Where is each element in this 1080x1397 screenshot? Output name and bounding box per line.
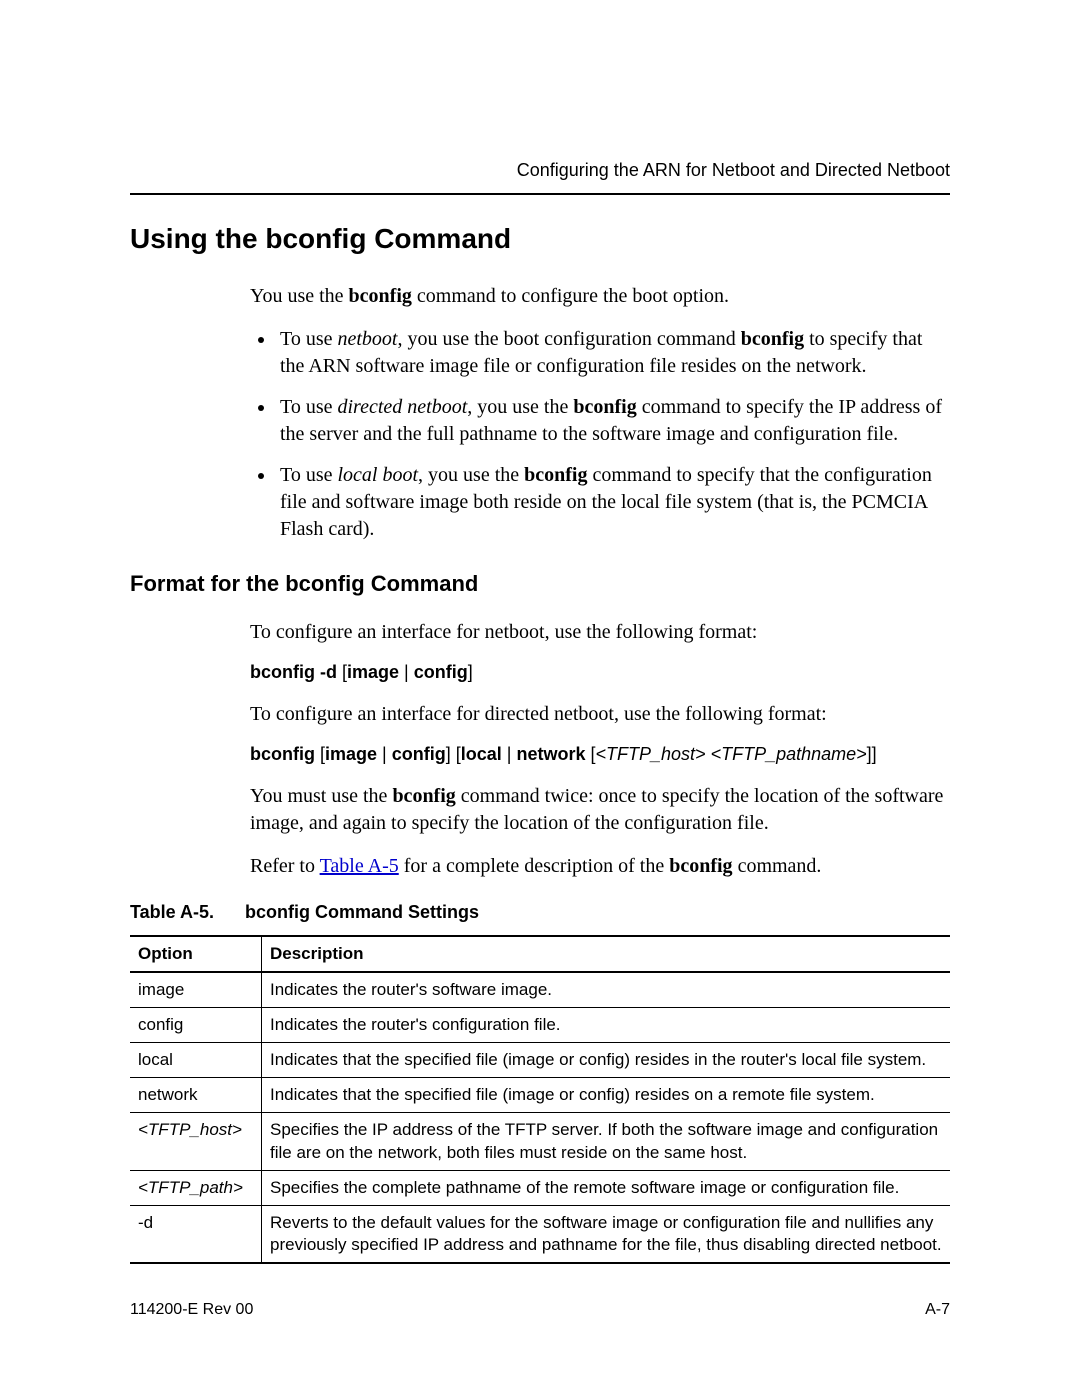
table-row: configIndicates the router's configurati… — [130, 1008, 950, 1043]
format-intro-1: To configure an interface for netboot, u… — [250, 619, 950, 646]
col-option: Option — [130, 936, 262, 972]
text: You use the — [250, 285, 349, 307]
description-cell: Specifies the complete pathname of the r… — [262, 1170, 951, 1205]
cmd-token: local — [461, 744, 502, 764]
format-note: You must use the bconfig command twice: … — [250, 783, 950, 837]
option-cell: local — [130, 1043, 262, 1078]
option-cell: <TFTP_path> — [130, 1170, 262, 1205]
list-item: To use local boot, you use the bconfig c… — [276, 462, 950, 543]
text: ]] — [867, 744, 877, 764]
text: To use — [280, 464, 337, 486]
cmd-name: bconfig — [349, 285, 412, 307]
text: | — [502, 744, 517, 764]
subsection-title: Format for the bconfig Command — [130, 571, 950, 597]
command-syntax-2: bconfig [image | config] [local | networ… — [250, 744, 950, 765]
text: [ — [337, 662, 347, 682]
footer-left: 114200-E Rev 00 — [130, 1301, 253, 1319]
text: [ — [585, 744, 595, 764]
term: netboot — [337, 328, 397, 350]
table-head-row: Option Description — [130, 936, 950, 972]
intro-paragraph: You use the bconfig command to configure… — [250, 283, 950, 310]
option-cell: network — [130, 1078, 262, 1113]
running-header: Configuring the ARN for Netboot and Dire… — [130, 160, 950, 181]
table-row: -dReverts to the default values for the … — [130, 1205, 950, 1263]
table-row: imageIndicates the router's software ima… — [130, 972, 950, 1008]
description-cell: Indicates the router's configuration fil… — [262, 1008, 951, 1043]
page-footer: 114200-E Rev 00 A-7 — [130, 1301, 950, 1319]
text: Refer to — [250, 855, 320, 877]
bullet-list: To use netboot, you use the boot configu… — [250, 326, 950, 543]
text: , you use the — [467, 396, 573, 418]
body-block: You use the bconfig command to configure… — [250, 283, 950, 543]
table-caption: Table A-5. bconfig Command Settings — [130, 902, 950, 923]
text: [ — [315, 744, 325, 764]
table-link[interactable]: Table A-5 — [320, 855, 399, 877]
text: , you use the boot configuration command — [397, 328, 740, 350]
option-cell: -d — [130, 1205, 262, 1263]
cmd-token: image — [347, 662, 399, 682]
cmd-name: bconfig — [741, 328, 804, 350]
text: | — [399, 662, 414, 682]
page: Configuring the ARN for Netboot and Dire… — [0, 0, 1080, 1397]
cmd-token: network — [516, 744, 585, 764]
text: To use — [280, 396, 337, 418]
cmd-arg: <TFTP_pathname> — [711, 744, 867, 764]
cmd-token: bconfig -d — [250, 662, 337, 682]
text: You must use the — [250, 785, 392, 807]
text: , you use the — [418, 464, 524, 486]
cmd-token: image — [325, 744, 377, 764]
cmd-name: bconfig — [524, 464, 587, 486]
header-rule — [130, 193, 950, 195]
section-title: Using the bconfig Command — [130, 223, 950, 255]
option-cell: <TFTP_host> — [130, 1113, 262, 1170]
table-title: bconfig Command Settings — [245, 902, 479, 922]
cmd-token: config — [392, 744, 446, 764]
cmd-name: bconfig — [573, 396, 636, 418]
text: ] — [468, 662, 473, 682]
description-cell: Indicates that the specified file (image… — [262, 1043, 951, 1078]
option-cell: image — [130, 972, 262, 1008]
list-item: To use directed netboot, you use the bco… — [276, 394, 950, 448]
option-cell: config — [130, 1008, 262, 1043]
format-block: To configure an interface for netboot, u… — [250, 619, 950, 880]
description-cell: Indicates that the specified file (image… — [262, 1078, 951, 1113]
cmd-name: bconfig — [669, 855, 732, 877]
text: To use — [280, 328, 337, 350]
term: directed netboot — [337, 396, 467, 418]
term: local boot — [337, 464, 418, 486]
options-table: Option Description imageIndicates the ro… — [130, 935, 950, 1264]
description-cell: Reverts to the default values for the so… — [262, 1205, 951, 1263]
text: | — [377, 744, 392, 764]
text: command to configure the boot option. — [412, 285, 729, 307]
cmd-name: bconfig — [392, 785, 455, 807]
cmd-token: config — [414, 662, 468, 682]
cmd-arg: <TFTP_host> — [596, 744, 706, 764]
col-description: Description — [262, 936, 951, 972]
format-intro-2: To configure an interface for directed n… — [250, 701, 950, 728]
command-syntax-1: bconfig -d [image | config] — [250, 662, 950, 683]
text: ] [ — [446, 744, 461, 764]
description-cell: Indicates the router's software image. — [262, 972, 951, 1008]
table-row: <TFTP_host>Specifies the IP address of t… — [130, 1113, 950, 1170]
footer-right: A-7 — [925, 1301, 950, 1319]
list-item: To use netboot, you use the boot configu… — [276, 326, 950, 380]
table-row: localIndicates that the specified file (… — [130, 1043, 950, 1078]
table-row: networkIndicates that the specified file… — [130, 1078, 950, 1113]
text: for a complete description of the — [399, 855, 669, 877]
table-reference: Refer to Table A-5 for a complete descri… — [250, 853, 950, 880]
text: command. — [733, 855, 822, 877]
cmd-token: bconfig — [250, 744, 315, 764]
table-row: <TFTP_path>Specifies the complete pathna… — [130, 1170, 950, 1205]
table-number: Table A-5. — [130, 902, 240, 923]
description-cell: Specifies the IP address of the TFTP ser… — [262, 1113, 951, 1170]
